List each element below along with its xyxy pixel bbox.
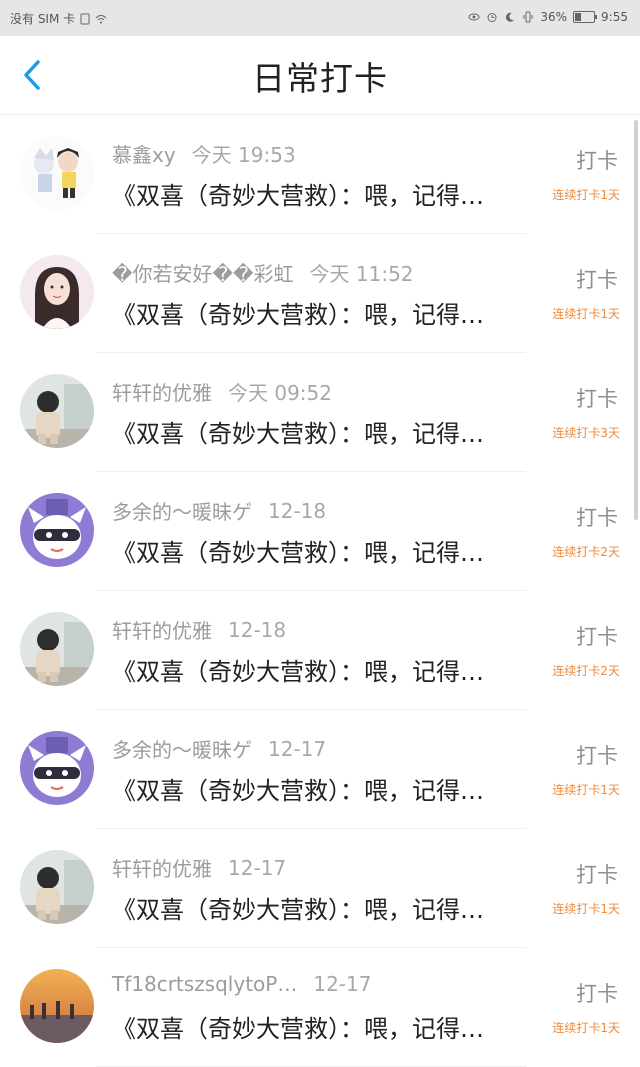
list-item[interactable]: Tf18crtszsqlytoP… 12-17 《双喜（奇妙大营救）：喂，记得… 打卡… — [0, 948, 640, 1067]
streak-badge: 连续打卡1天 — [552, 1021, 620, 1035]
battery-icon — [573, 11, 598, 23]
post-time: 12-17 — [313, 972, 372, 996]
list-item[interactable]: �你若安好��彩虹 今天 11:52 《双喜（奇妙大营救）：喂，记得… 打卡连续打卡1… — [0, 234, 640, 353]
streak-badge: 连续打卡2天 — [552, 545, 620, 559]
post-time: 12-17 — [228, 855, 287, 880]
status-left: 没有 SIM 卡 — [10, 10, 107, 27]
carrier-label: 没有 SIM 卡 — [10, 12, 76, 26]
app-header: 日常打卡 — [0, 36, 640, 115]
post-time: 12-18 — [228, 617, 287, 642]
item-meta: Tf18crtszsqlytoP… 12-17 — [112, 972, 371, 996]
item-meta: 轩轩的优雅 今天 09:52 — [112, 377, 332, 406]
checkin-content[interactable]: 《双喜（奇妙大营救）：喂，记得… — [112, 176, 542, 211]
item-meta: 多余的～暖昧ゲ 12-18 — [112, 496, 326, 525]
checkin-content[interactable]: 《双喜（奇妙大营救）：喂，记得… — [112, 1009, 542, 1044]
item-meta: �你若安好��彩虹 今天 11:52 — [112, 258, 414, 287]
list-item[interactable]: 轩轩的优雅 今天 09:52 《双喜（奇妙大营救）：喂，记得… 打卡连续打卡3天 — [0, 353, 640, 472]
status-bar: 没有 SIM 卡 36% 9:55 — [0, 0, 640, 36]
sim-icon — [80, 13, 90, 24]
list-item[interactable]: 轩轩的优雅 12-18 《双喜（奇妙大营救）：喂，记得… 打卡连续打卡2天 — [0, 591, 640, 710]
checkin-label: 打卡 — [576, 268, 618, 292]
avatar[interactable] — [20, 850, 94, 924]
scrollbar[interactable] — [634, 120, 638, 520]
battery-percent: 36% — [540, 10, 568, 24]
checkin-label: 打卡 — [576, 744, 618, 768]
checkin-content[interactable]: 《双喜（奇妙大营救）：喂，记得… — [112, 771, 542, 806]
user-name[interactable]: 轩轩的优雅 — [112, 615, 212, 644]
streak-badge: 连续打卡2天 — [552, 664, 620, 678]
checkin-label: 打卡 — [576, 625, 618, 649]
checkin-label: 打卡 — [576, 387, 618, 411]
avatar[interactable] — [20, 612, 94, 686]
user-name[interactable]: Tf18crtszsqlytoP… — [112, 972, 297, 996]
user-name[interactable]: 轩轩的优雅 — [112, 853, 212, 882]
post-time: 今天 11:52 — [309, 262, 414, 286]
list-item[interactable]: 慕鑫xy 今天 19:53 《双喜（奇妙大营救）：喂，记得… 打卡连续打卡1天 — [0, 115, 640, 234]
status-right: 36% 9:55 — [468, 10, 628, 24]
user-name[interactable]: 多余的～暖昧ゲ — [112, 734, 252, 763]
user-name[interactable]: 慕鑫xy — [112, 139, 176, 168]
avatar[interactable] — [20, 136, 94, 210]
avatar[interactable] — [20, 255, 94, 329]
streak-badge: 连续打卡3天 — [552, 426, 620, 440]
checkin-content[interactable]: 《双喜（奇妙大营救）：喂，记得… — [112, 295, 542, 330]
list-item[interactable]: 轩轩的优雅 12-17 《双喜（奇妙大营救）：喂，记得… 打卡连续打卡1天 — [0, 829, 640, 948]
vibrate-icon — [523, 11, 533, 23]
user-name[interactable]: 轩轩的优雅 — [112, 377, 212, 406]
item-meta: 多余的～暖昧ゲ 12-17 — [112, 734, 326, 763]
item-meta: 轩轩的优雅 12-17 — [112, 853, 286, 882]
list-item[interactable]: 多余的～暖昧ゲ 12-18 《双喜（奇妙大营救）：喂，记得… 打卡连续打卡2天 — [0, 472, 640, 591]
moon-icon — [506, 12, 515, 22]
battery-fill — [575, 13, 582, 21]
streak-badge: 连续打卡1天 — [552, 188, 620, 202]
checkin-content[interactable]: 《双喜（奇妙大营救）：喂，记得… — [112, 533, 542, 568]
avatar[interactable] — [20, 493, 94, 567]
post-time: 今天 09:52 — [228, 381, 332, 405]
checkin-content[interactable]: 《双喜（奇妙大营救）：喂，记得… — [112, 890, 542, 925]
streak-badge: 连续打卡1天 — [552, 783, 620, 797]
checkin-content[interactable]: 《双喜（奇妙大营救）：喂，记得… — [112, 652, 542, 687]
checkin-label: 打卡 — [576, 149, 618, 173]
avatar[interactable] — [20, 731, 94, 805]
streak-badge: 连续打卡1天 — [552, 902, 620, 916]
item-meta: 慕鑫xy 今天 19:53 — [112, 139, 296, 168]
checkin-label: 打卡 — [576, 863, 618, 887]
eye-icon — [468, 13, 480, 21]
post-time: 12-18 — [268, 498, 327, 523]
checkin-label: 打卡 — [576, 506, 618, 530]
checkin-list: 慕鑫xy 今天 19:53 《双喜（奇妙大营救）：喂，记得… 打卡 连续打卡1天 �你若安… — [0, 115, 640, 1067]
avatar[interactable] — [20, 374, 94, 448]
wifi-icon — [95, 14, 107, 23]
checkin-label: 打卡 — [576, 982, 618, 1006]
list-item[interactable]: 多余的～暖昧ゲ 12-17 《双喜（奇妙大营救）：喂，记得… 打卡连续打卡1天 — [0, 710, 640, 829]
streak-badge: 连续打卡1天 — [552, 307, 620, 321]
avatar[interactable] — [20, 969, 94, 1043]
alarm-icon — [487, 13, 497, 22]
clock: 9:55 — [601, 10, 628, 24]
user-name[interactable]: �你若安好��彩虹 — [112, 258, 294, 287]
checkin-content[interactable]: 《双喜（奇妙大营救）：喂，记得… — [112, 414, 542, 449]
item-meta: 轩轩的优雅 12-18 — [112, 615, 286, 644]
post-time: 12-17 — [268, 736, 327, 761]
user-name[interactable]: 多余的～暖昧ゲ — [112, 496, 252, 525]
page-title: 日常打卡 — [252, 59, 388, 98]
post-time: 今天 19:53 — [191, 143, 296, 167]
